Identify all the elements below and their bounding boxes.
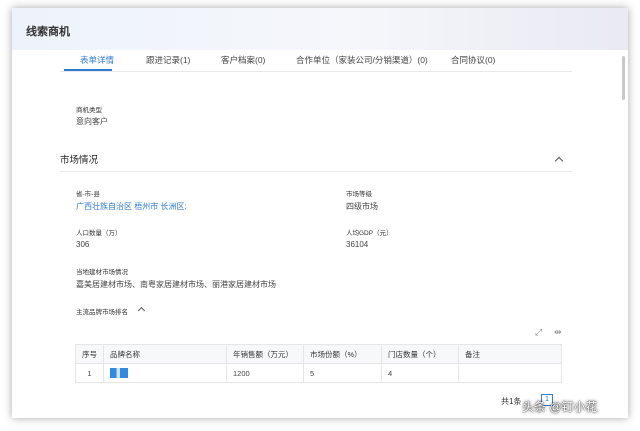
cell-index: 1 bbox=[75, 363, 104, 383]
column-fit-icon[interactable]: ⇹ bbox=[554, 328, 562, 337]
region-value: 广西壮族自治区 梧州市 长洲区; bbox=[76, 202, 187, 211]
region-label: 省-市-县 bbox=[76, 191, 100, 198]
column-header-annual-sales: 年销售额（万元） bbox=[226, 344, 304, 364]
brand-ranking-label: 主流品牌市场排名 bbox=[76, 309, 128, 316]
pagination-total: 共1条 bbox=[501, 397, 522, 406]
cell-brand bbox=[103, 363, 227, 383]
population-label: 人口数量（万） bbox=[76, 230, 122, 237]
tab-customer-profile[interactable]: 客户档案(0) bbox=[221, 54, 265, 66]
market-level-label: 市场等级 bbox=[346, 191, 372, 198]
population-value: 306 bbox=[76, 240, 90, 249]
tab-follow-up-records[interactable]: 跟进记录(1) bbox=[146, 54, 190, 66]
cell-market-share: 5 bbox=[303, 363, 382, 383]
tab-partners[interactable]: 合作单位（家装公司/分销渠道）(0) bbox=[296, 54, 428, 66]
scrollbar-thumb[interactable] bbox=[622, 56, 625, 100]
tab-contracts[interactable]: 合同协议(0) bbox=[451, 54, 495, 66]
active-tab-indicator bbox=[64, 69, 112, 71]
table-row: 1 1200 5 4 bbox=[75, 363, 562, 383]
opportunity-type-value: 意向客户 bbox=[76, 117, 108, 126]
brand-ranking-table: 序号 品牌名称 年销售额（万元） 市场份额（%） 门店数量（个） 备注 1 12… bbox=[75, 344, 562, 383]
column-header-store-count: 门店数量（个） bbox=[381, 344, 459, 364]
tab-form-details[interactable]: 表单详情 bbox=[80, 54, 114, 66]
watermark-text: 头条 @钉小花 bbox=[522, 400, 598, 414]
cell-store-count: 4 bbox=[381, 363, 459, 383]
brand-logo-icon bbox=[110, 368, 128, 378]
fullscreen-icon[interactable]: ⤢ bbox=[535, 328, 542, 337]
cell-remark bbox=[458, 363, 562, 383]
local-market-label: 当地建材市场情况 bbox=[76, 269, 128, 276]
opportunity-type-label: 商机类型 bbox=[76, 107, 102, 114]
market-level-value: 四级市场 bbox=[346, 202, 378, 211]
column-header-brand: 品牌名称 bbox=[103, 344, 227, 364]
local-market-value: 嘉美居建材市场、南粤家居建材市场、丽港家居建材市场 bbox=[76, 280, 276, 289]
column-header-market-share: 市场份额（%） bbox=[303, 344, 382, 364]
window-title: 线索商机 bbox=[26, 26, 70, 38]
gdp-value: 36104 bbox=[346, 240, 369, 249]
cell-annual-sales: 1200 bbox=[226, 363, 304, 383]
column-header-remark: 备注 bbox=[458, 344, 562, 364]
gdp-label: 人均GDP（元） bbox=[346, 230, 393, 237]
column-header-index: 序号 bbox=[75, 344, 104, 364]
section-divider bbox=[60, 171, 572, 172]
table-header-row: 序号 品牌名称 年销售额（万元） 市场份额（%） 门店数量（个） 备注 bbox=[75, 344, 562, 364]
market-section-title: 市场情况 bbox=[60, 155, 99, 166]
